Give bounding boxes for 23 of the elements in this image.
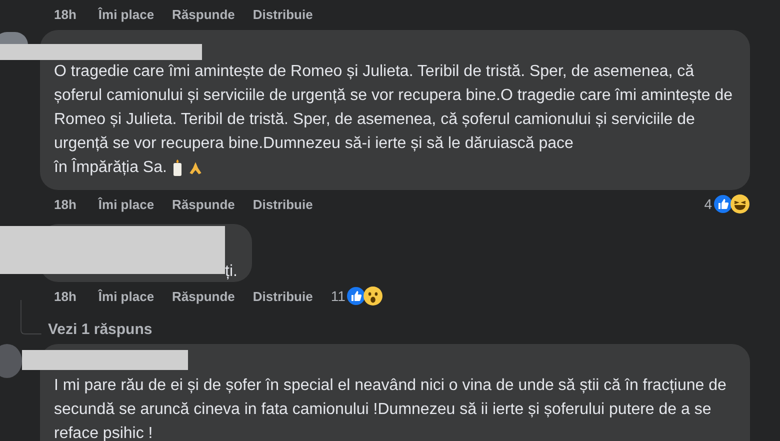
reaction-count[interactable]: 11 (330, 288, 346, 304)
comment-time[interactable]: 18h (54, 288, 76, 304)
laughing-face-icon (730, 194, 750, 214)
avatar[interactable] (0, 32, 28, 45)
like-link[interactable]: Îmi place (98, 196, 154, 212)
reply-link[interactable]: Răspunde (172, 288, 235, 304)
reply-link[interactable]: Răspunde (172, 6, 235, 22)
like-icon (713, 194, 733, 214)
comment-time[interactable]: 18h (54, 196, 76, 212)
comment-text: în Împărăția Sa. (54, 157, 167, 178)
like-link[interactable]: Îmi place (98, 288, 154, 304)
share-link[interactable]: Distribuie (252, 196, 313, 212)
comment-time[interactable]: 18h (54, 6, 76, 22)
comment-text: ți. (224, 262, 238, 282)
reply-link[interactable]: Răspunde (172, 196, 235, 212)
comment-text: I mi pare rău de ei și de șofer în special el neavând nici o vina de unde să știi că în fracțiune de secundă se aruncă cineva in fata camionului !Dumnezeu să ii ierte și șoferului putere de a se reface psihic ! (54, 376, 728, 441)
like-link[interactable]: Îmi place (98, 6, 154, 22)
surprised-face-icon (363, 286, 384, 306)
reaction-count[interactable]: 4 (704, 196, 712, 212)
view-replies-link[interactable]: Vezi 1 răspuns (48, 321, 152, 338)
like-icon (346, 286, 366, 306)
share-link[interactable]: Distribuie (252, 6, 313, 22)
share-link[interactable]: Distribuie (252, 288, 313, 304)
